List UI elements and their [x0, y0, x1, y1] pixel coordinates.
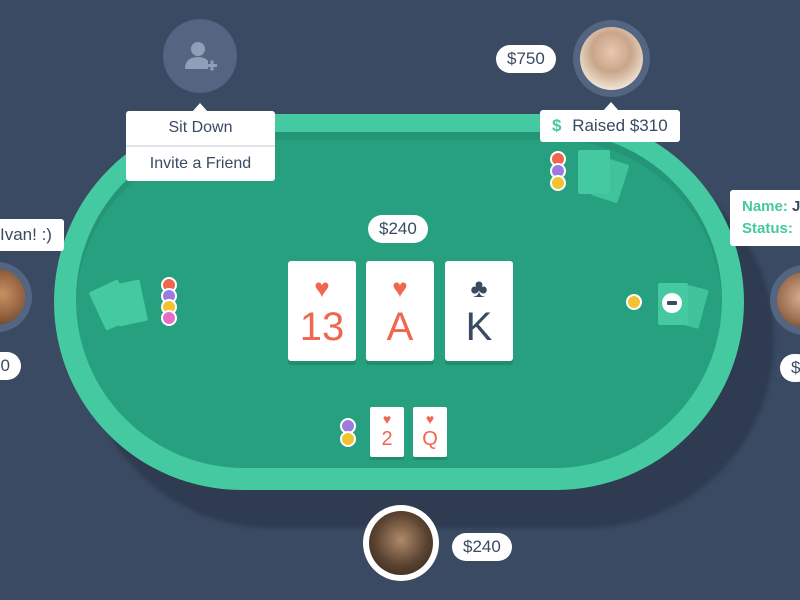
card-rank: A: [386, 305, 414, 349]
chat-bubble: Ivan! :): [0, 219, 64, 251]
fold-icon: [662, 293, 682, 313]
pot-amount: $240: [368, 215, 428, 243]
left-player-stack: 00: [0, 352, 21, 380]
top-right-player-photo: [580, 27, 643, 90]
add-user-icon: [185, 42, 217, 71]
action-badge: $ Raised $310: [540, 110, 680, 142]
sit-down-button[interactable]: Sit Down: [126, 111, 275, 145]
card-rank: K: [465, 305, 493, 349]
heart-icon: ♥: [425, 411, 435, 427]
hero-avatar[interactable]: [363, 505, 439, 581]
chip: [550, 175, 566, 191]
seat-menu: Sit Down Invite a Friend: [126, 111, 275, 181]
top-right-player-stack: $750: [496, 45, 556, 73]
right-player-stack: $: [780, 354, 800, 382]
card-rank: Q: [422, 428, 438, 450]
hero-stack: $240: [452, 533, 512, 561]
heart-icon: ♥: [392, 273, 408, 303]
info-name-label: Name:: [742, 198, 788, 215]
chip: [626, 294, 642, 310]
invite-friend-button[interactable]: Invite a Friend: [126, 147, 275, 181]
dollar-icon: $: [552, 116, 562, 135]
heart-icon: ♥: [382, 411, 392, 427]
card-rank: 2: [381, 428, 393, 450]
club-icon: ♣: [470, 273, 488, 303]
right-player-avatar[interactable]: [770, 265, 800, 335]
right-player-photo: [777, 272, 800, 328]
top-right-player-avatar[interactable]: [573, 20, 650, 97]
info-status-label: Status:: [742, 220, 793, 237]
hero-photo: [369, 511, 433, 575]
empty-seat[interactable]: [163, 19, 237, 93]
player-info-tooltip: Name: J Status:: [730, 190, 800, 246]
left-player-photo: [0, 269, 25, 325]
board-card: ♥ 13: [288, 261, 356, 361]
left-player-avatar[interactable]: [0, 262, 32, 332]
chip: [340, 431, 356, 447]
chip: [161, 310, 177, 326]
info-name-value: J: [792, 198, 800, 215]
heart-icon: ♥: [314, 273, 330, 303]
hole-card: ♥ Q: [413, 407, 447, 457]
card-rank: 13: [299, 305, 345, 349]
board-card: ♣ K: [445, 261, 513, 361]
board-card: ♥ A: [366, 261, 434, 361]
action-text: Raised $310: [572, 116, 668, 135]
hole-card: ♥ 2: [370, 407, 404, 457]
